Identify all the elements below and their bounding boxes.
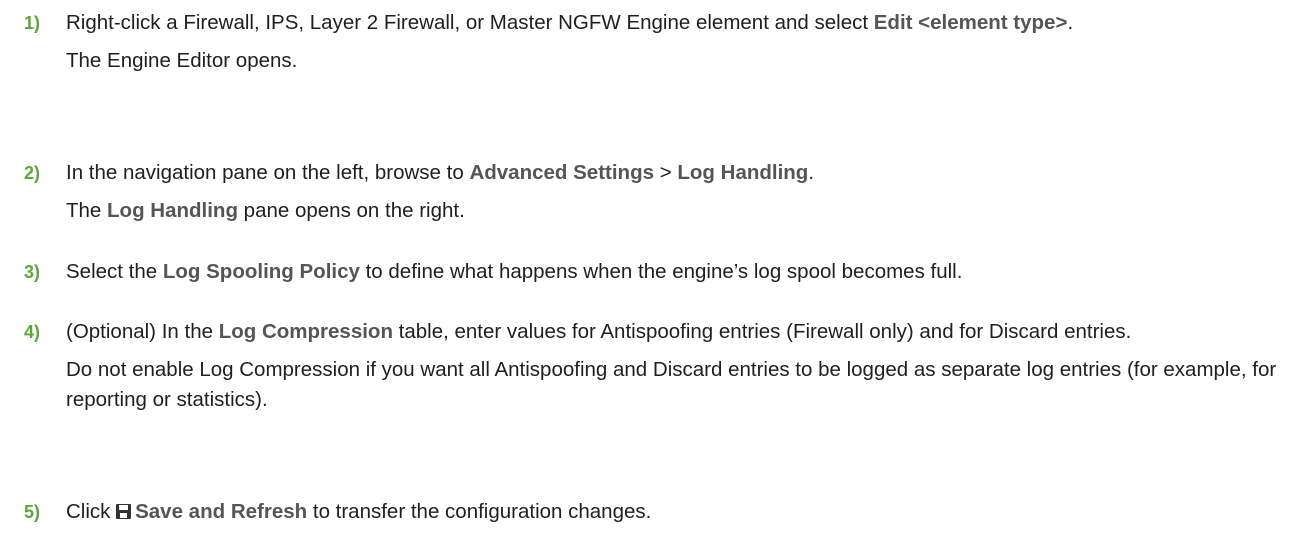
step-instruction: Select the Log Spooling Policy to define… [66, 257, 1290, 287]
step-number: 4) [24, 322, 41, 342]
instruction-text: Right-click a Firewall, IPS, Layer 2 Fir… [66, 11, 874, 34]
step-body: In the navigation pane on the left, brow… [66, 158, 1290, 226]
instruction-text: table, enter values for Antispoofing ent… [392, 320, 1132, 343]
breadcrumb-separator: > [654, 161, 678, 184]
step-result: The Log Handling pane opens on the right… [66, 196, 1290, 226]
instruction-text: to transfer the configuration changes. [307, 500, 652, 523]
step-instruction: In the navigation pane on the left, brow… [66, 158, 1290, 188]
step-body: Select the Log Spooling Policy to define… [66, 257, 1290, 287]
step-instruction: Click Save and Refresh to transfer the c… [66, 497, 1290, 527]
step-number: 1) [24, 13, 41, 33]
ui-term: Log Compression [218, 320, 393, 343]
instruction-text: . [1067, 11, 1074, 34]
ui-term: Log Spooling Policy [162, 260, 360, 283]
step-number: 2) [24, 163, 41, 183]
step-number: 3) [24, 262, 41, 282]
step-note: Do not enable Log Compression if you wan… [66, 358, 1277, 411]
result-text: The [66, 199, 108, 222]
instruction-text: (Optional) In the [66, 320, 219, 343]
ui-term: Advanced Settings [469, 161, 654, 184]
ui-term: Log Handling [107, 199, 238, 222]
step-instruction: Right-click a Firewall, IPS, Layer 2 Fir… [66, 8, 1290, 38]
save-icon [116, 504, 132, 519]
step-result: The Engine Editor opens. [66, 49, 298, 72]
ui-term: Log Handling [677, 161, 809, 184]
instruction-text: In the navigation pane on the left, brow… [66, 161, 470, 184]
instruction-text: Select the [66, 260, 163, 283]
step-number: 5) [24, 502, 41, 522]
instruction-text: Click [66, 500, 117, 523]
instruction-text: . [808, 161, 815, 184]
step-body: Click Save and Refresh to transfer the c… [66, 497, 1290, 527]
ui-term: Edit <element type> [873, 11, 1068, 34]
step-body: (Optional) In the Log Compression table,… [66, 317, 1290, 415]
step-body: Right-click a Firewall, IPS, Layer 2 Fir… [66, 8, 1290, 76]
result-text: pane opens on the right. [237, 199, 465, 222]
ui-term: Save and Refresh [135, 500, 308, 523]
instruction-text: to define what happens when the engine’s… [359, 260, 963, 283]
step-instruction: (Optional) In the Log Compression table,… [66, 317, 1290, 347]
